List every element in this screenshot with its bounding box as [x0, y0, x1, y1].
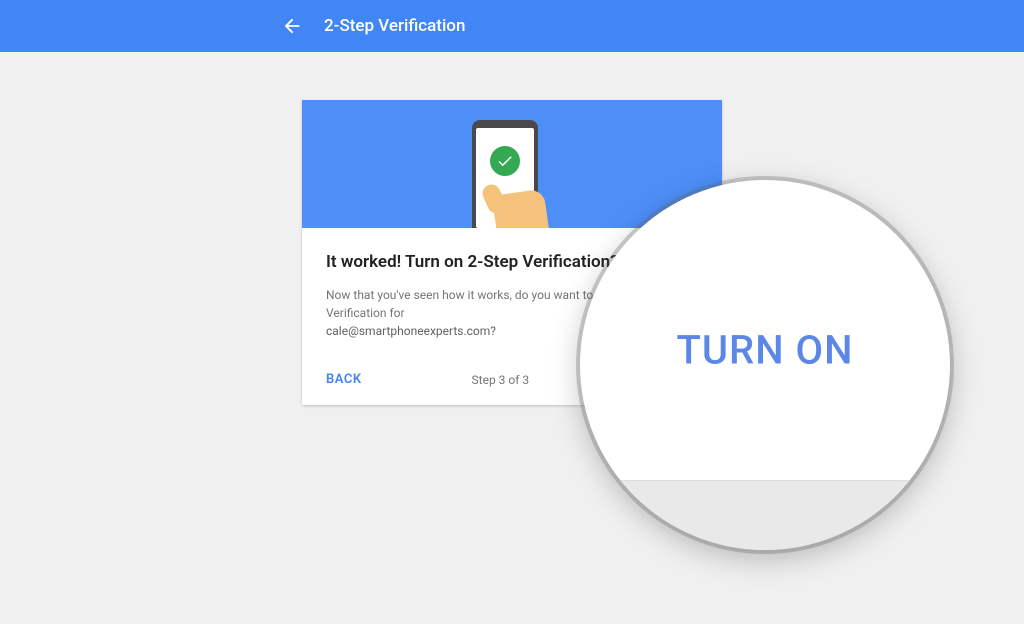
back-button[interactable]: BACK [326, 372, 362, 387]
hand-illustration [495, 172, 565, 228]
back-arrow-icon[interactable] [280, 14, 304, 38]
header-bar: 2-Step Verification [0, 0, 1024, 52]
magnified-turn-on-text: TURN ON [677, 327, 854, 374]
magnifier-overlay: TURN ON [580, 180, 950, 550]
step-indicator: Step 3 of 3 [472, 373, 530, 387]
phone-illustration [447, 120, 577, 228]
page-title: 2-Step Verification [324, 16, 465, 36]
magnifier-bottom-shade [580, 480, 950, 550]
